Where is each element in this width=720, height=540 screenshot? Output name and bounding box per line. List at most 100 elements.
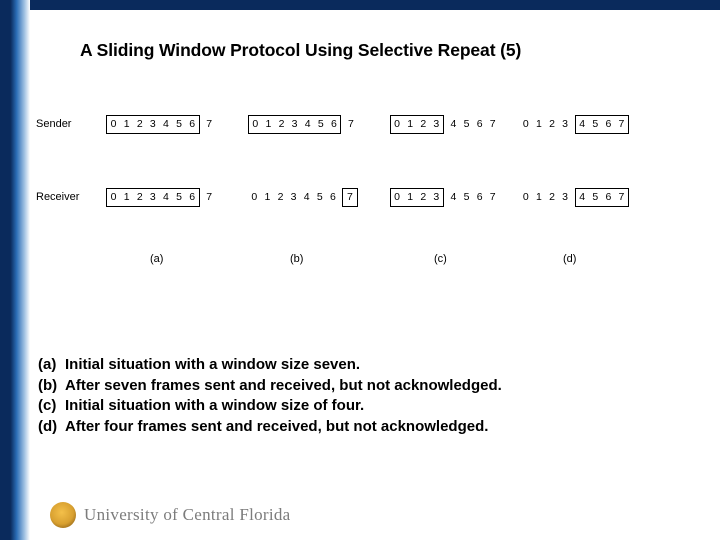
desc-line-a: (a) Initial situation with a window size… (38, 355, 712, 376)
desc-text: Initial situation with a window size sev… (65, 355, 360, 376)
out-left: 0 1 2 3 (519, 116, 571, 133)
seq-cell: 7 (203, 116, 216, 133)
slide-footer: University of Central Florida (50, 502, 291, 528)
sender-window-d: 0 1 2 3 4 5 6 7 (519, 115, 629, 134)
seq-cell: 5 (460, 189, 473, 206)
seq-cell: 1 (404, 189, 417, 206)
diagram-zone: Sender Receiver 0 1 2 3 4 5 6 7 (38, 115, 712, 275)
desc-line-b: (b) After seven frames sent and received… (38, 376, 712, 397)
seq-cell: 2 (417, 189, 430, 206)
window-box: 7 (342, 188, 357, 207)
seq-cell: 1 (261, 189, 274, 206)
seq-cell: 3 (287, 189, 300, 206)
seq-cell: 6 (473, 189, 486, 206)
receiver-window-d: 0 1 2 3 4 5 6 7 (519, 188, 629, 207)
receiver-window-a: 0 1 2 3 4 5 6 7 (106, 188, 216, 207)
seq-cell: 3 (146, 189, 159, 206)
seq-cell: 4 (576, 116, 589, 133)
seq-cell: 6 (327, 116, 340, 133)
seq-cell: 6 (602, 116, 615, 133)
out-right: 7 (203, 116, 216, 133)
seq-cell: 1 (120, 116, 133, 133)
seq-cell: 5 (314, 116, 327, 133)
out-right: 4 5 6 7 (447, 116, 499, 133)
sender-window-c: 0 1 2 3 4 5 6 7 (390, 115, 500, 134)
seq-cell: 2 (545, 116, 558, 133)
seq-cell: 4 (300, 189, 313, 206)
seq-cell: 3 (559, 116, 572, 133)
seq-cell: 4 (159, 116, 172, 133)
sublabel-c: (c) (434, 253, 447, 265)
seq-cell: 4 (301, 116, 314, 133)
desc-text: After seven frames sent and received, bu… (65, 376, 502, 397)
sender-label: Sender (36, 118, 71, 130)
seq-cell: 3 (430, 189, 443, 206)
receiver-window-b: 0 1 2 3 4 5 6 7 (248, 188, 358, 207)
seq-cell: 0 (248, 189, 261, 206)
sublabel-d: (d) (563, 253, 576, 265)
seq-cell: 0 (249, 116, 262, 133)
receiver-window-c: 0 1 2 3 4 5 6 7 (390, 188, 500, 207)
seq-cell: 6 (326, 189, 339, 206)
sublabel-a: (a) (150, 253, 163, 265)
slide-left-border (0, 0, 30, 540)
desc-key: (b) (38, 376, 65, 397)
pegasus-logo-icon (50, 502, 76, 528)
window-box: 4 5 6 7 (575, 115, 629, 134)
slide-top-border (30, 0, 720, 10)
seq-cell: 4 (447, 116, 460, 133)
desc-line-d: (d) After four frames sent and received,… (38, 417, 712, 438)
seq-cell: 5 (172, 189, 185, 206)
window-box: 4 5 6 7 (575, 188, 629, 207)
seq-cell: 0 (391, 116, 404, 133)
seq-cell: 7 (203, 189, 216, 206)
desc-key: (a) (38, 355, 65, 376)
window-box: 0 1 2 3 (390, 188, 444, 207)
seq-cell: 3 (559, 189, 572, 206)
seq-cell: 7 (486, 116, 499, 133)
window-box: 0 1 2 3 (390, 115, 444, 134)
seq-cell: 2 (133, 189, 146, 206)
window-box: 0 1 2 3 4 5 6 (248, 115, 342, 134)
seq-cell: 6 (186, 116, 199, 133)
seq-cell: 7 (343, 189, 356, 206)
seq-cell: 7 (615, 116, 628, 133)
seq-cell: 5 (172, 116, 185, 133)
seq-cell: 2 (274, 189, 287, 206)
seq-cell: 0 (519, 189, 532, 206)
seq-cell: 5 (589, 116, 602, 133)
seq-cell: 1 (404, 116, 417, 133)
sublabel-b: (b) (290, 253, 303, 265)
seq-cell: 2 (133, 116, 146, 133)
seq-cell: 7 (344, 116, 357, 133)
out-right: 4 5 6 7 (447, 189, 499, 206)
out-right: 7 (344, 116, 357, 133)
receiver-label: Receiver (36, 191, 79, 203)
seq-cell: 7 (486, 189, 499, 206)
window-box: 0 1 2 3 4 5 6 (106, 115, 200, 134)
desc-key: (d) (38, 417, 65, 438)
window-box: 0 1 2 3 4 5 6 (106, 188, 200, 207)
slide-title: A Sliding Window Protocol Using Selectiv… (80, 40, 712, 61)
seq-cell: 3 (288, 116, 301, 133)
description-block: (a) Initial situation with a window size… (38, 355, 712, 438)
seq-cell: 0 (519, 116, 532, 133)
seq-cell: 5 (313, 189, 326, 206)
seq-cell: 6 (473, 116, 486, 133)
desc-text: Initial situation with a window size of … (65, 396, 364, 417)
sender-window-b: 0 1 2 3 4 5 6 7 (248, 115, 358, 134)
out-left: 0 1 2 3 4 5 6 (248, 189, 340, 206)
sender-window-a: 0 1 2 3 4 5 6 7 (106, 115, 216, 134)
seq-cell: 3 (146, 116, 159, 133)
out-right: 7 (203, 189, 216, 206)
seq-cell: 0 (107, 116, 120, 133)
seq-cell: 0 (107, 189, 120, 206)
desc-text: After four frames sent and received, but… (65, 417, 488, 438)
seq-cell: 4 (447, 189, 460, 206)
seq-cell: 1 (532, 189, 545, 206)
seq-cell: 1 (532, 116, 545, 133)
desc-line-c: (c) Initial situation with a window size… (38, 396, 712, 417)
slide-content: A Sliding Window Protocol Using Selectiv… (38, 14, 712, 540)
seq-cell: 0 (391, 189, 404, 206)
seq-cell: 6 (186, 189, 199, 206)
